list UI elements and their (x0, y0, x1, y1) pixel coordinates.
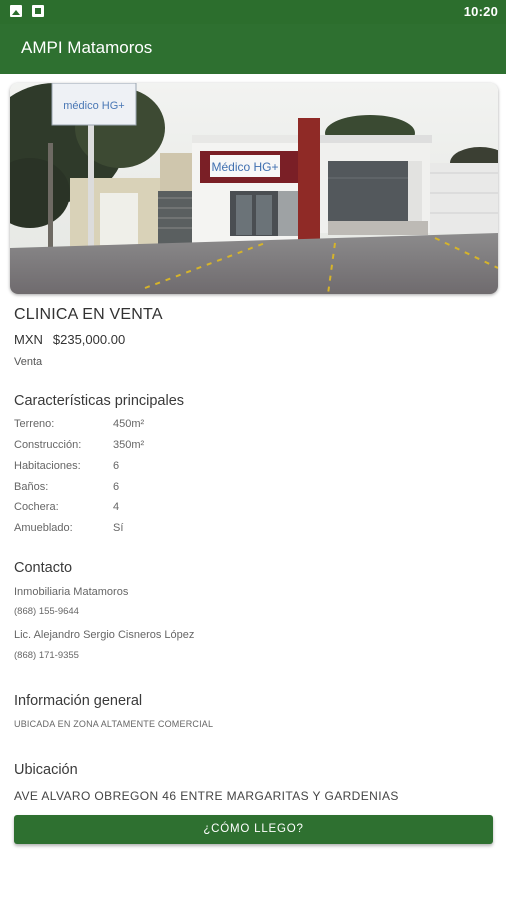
feature-row: Construcción: 350m² (14, 439, 314, 455)
feature-row: Cochera: 4 (14, 501, 314, 517)
agent-phone-link[interactable]: (868) 171-9355 (14, 650, 79, 661)
feature-label: Terreno: (14, 418, 55, 430)
contact-agent: Lic. Alejandro Sergio Cisneros López (14, 629, 195, 641)
feature-value: 350m² (113, 439, 145, 451)
building-photo: Médico HG+ médico HG+ (10, 83, 498, 294)
feature-row: Baños: 6 (14, 481, 314, 497)
price-amount: $235,000.00 (52, 332, 126, 347)
clinic-sign-text: Médico HG+ (211, 160, 278, 174)
operation-type: Venta (14, 356, 43, 368)
location-address: AVE ALVARO OBREGON 46 ENTRE MARGARITAS Y… (14, 789, 399, 803)
feature-value: 6 (113, 460, 120, 472)
download-notification-icon (32, 5, 44, 17)
feature-value: 4 (113, 501, 120, 513)
contact-heading: Contacto (14, 560, 73, 576)
feature-label: Construcción: (14, 439, 82, 451)
directions-button[interactable]: ¿CÓMO LLEGO? (14, 815, 493, 844)
status-bar: 10:20 (0, 0, 506, 24)
feature-row: Terreno: 450m² (14, 418, 314, 434)
feature-label: Baños: (14, 481, 49, 493)
features-heading: Características principales (14, 393, 185, 409)
app-bar: AMPI Matamoros (0, 24, 506, 74)
property-price: MXN $235,000.00 (14, 332, 125, 347)
feature-value: 450m² (113, 418, 145, 430)
app-title: AMPI Matamoros (21, 38, 153, 57)
image-notification-icon (10, 5, 22, 17)
feature-row: Amueblado: Sí (14, 522, 314, 538)
property-title: CLINICA EN VENTA (14, 306, 163, 323)
general-info-heading: Información general (14, 693, 143, 709)
feature-row: Habitaciones: 6 (14, 460, 314, 476)
price-currency: MXN (14, 332, 43, 347)
location-heading: Ubicación (14, 762, 78, 778)
feature-label: Amueblado: (14, 522, 73, 534)
status-time: 10:20 (463, 4, 498, 19)
feature-value: Sí (113, 522, 124, 534)
contact-company: Inmobiliaria Matamoros (14, 586, 129, 598)
feature-value: 6 (113, 481, 120, 493)
feature-label: Cochera: (14, 501, 59, 513)
svg-text:médico HG+: médico HG+ (63, 100, 124, 112)
property-photo[interactable]: Médico HG+ médico HG+ (10, 83, 498, 294)
company-phone-link[interactable]: (868) 155-9644 (14, 606, 79, 617)
feature-label: Habitaciones: (14, 460, 81, 472)
general-info-text: UBICADA EN ZONA ALTAMENTE COMERCIAL (14, 719, 214, 729)
